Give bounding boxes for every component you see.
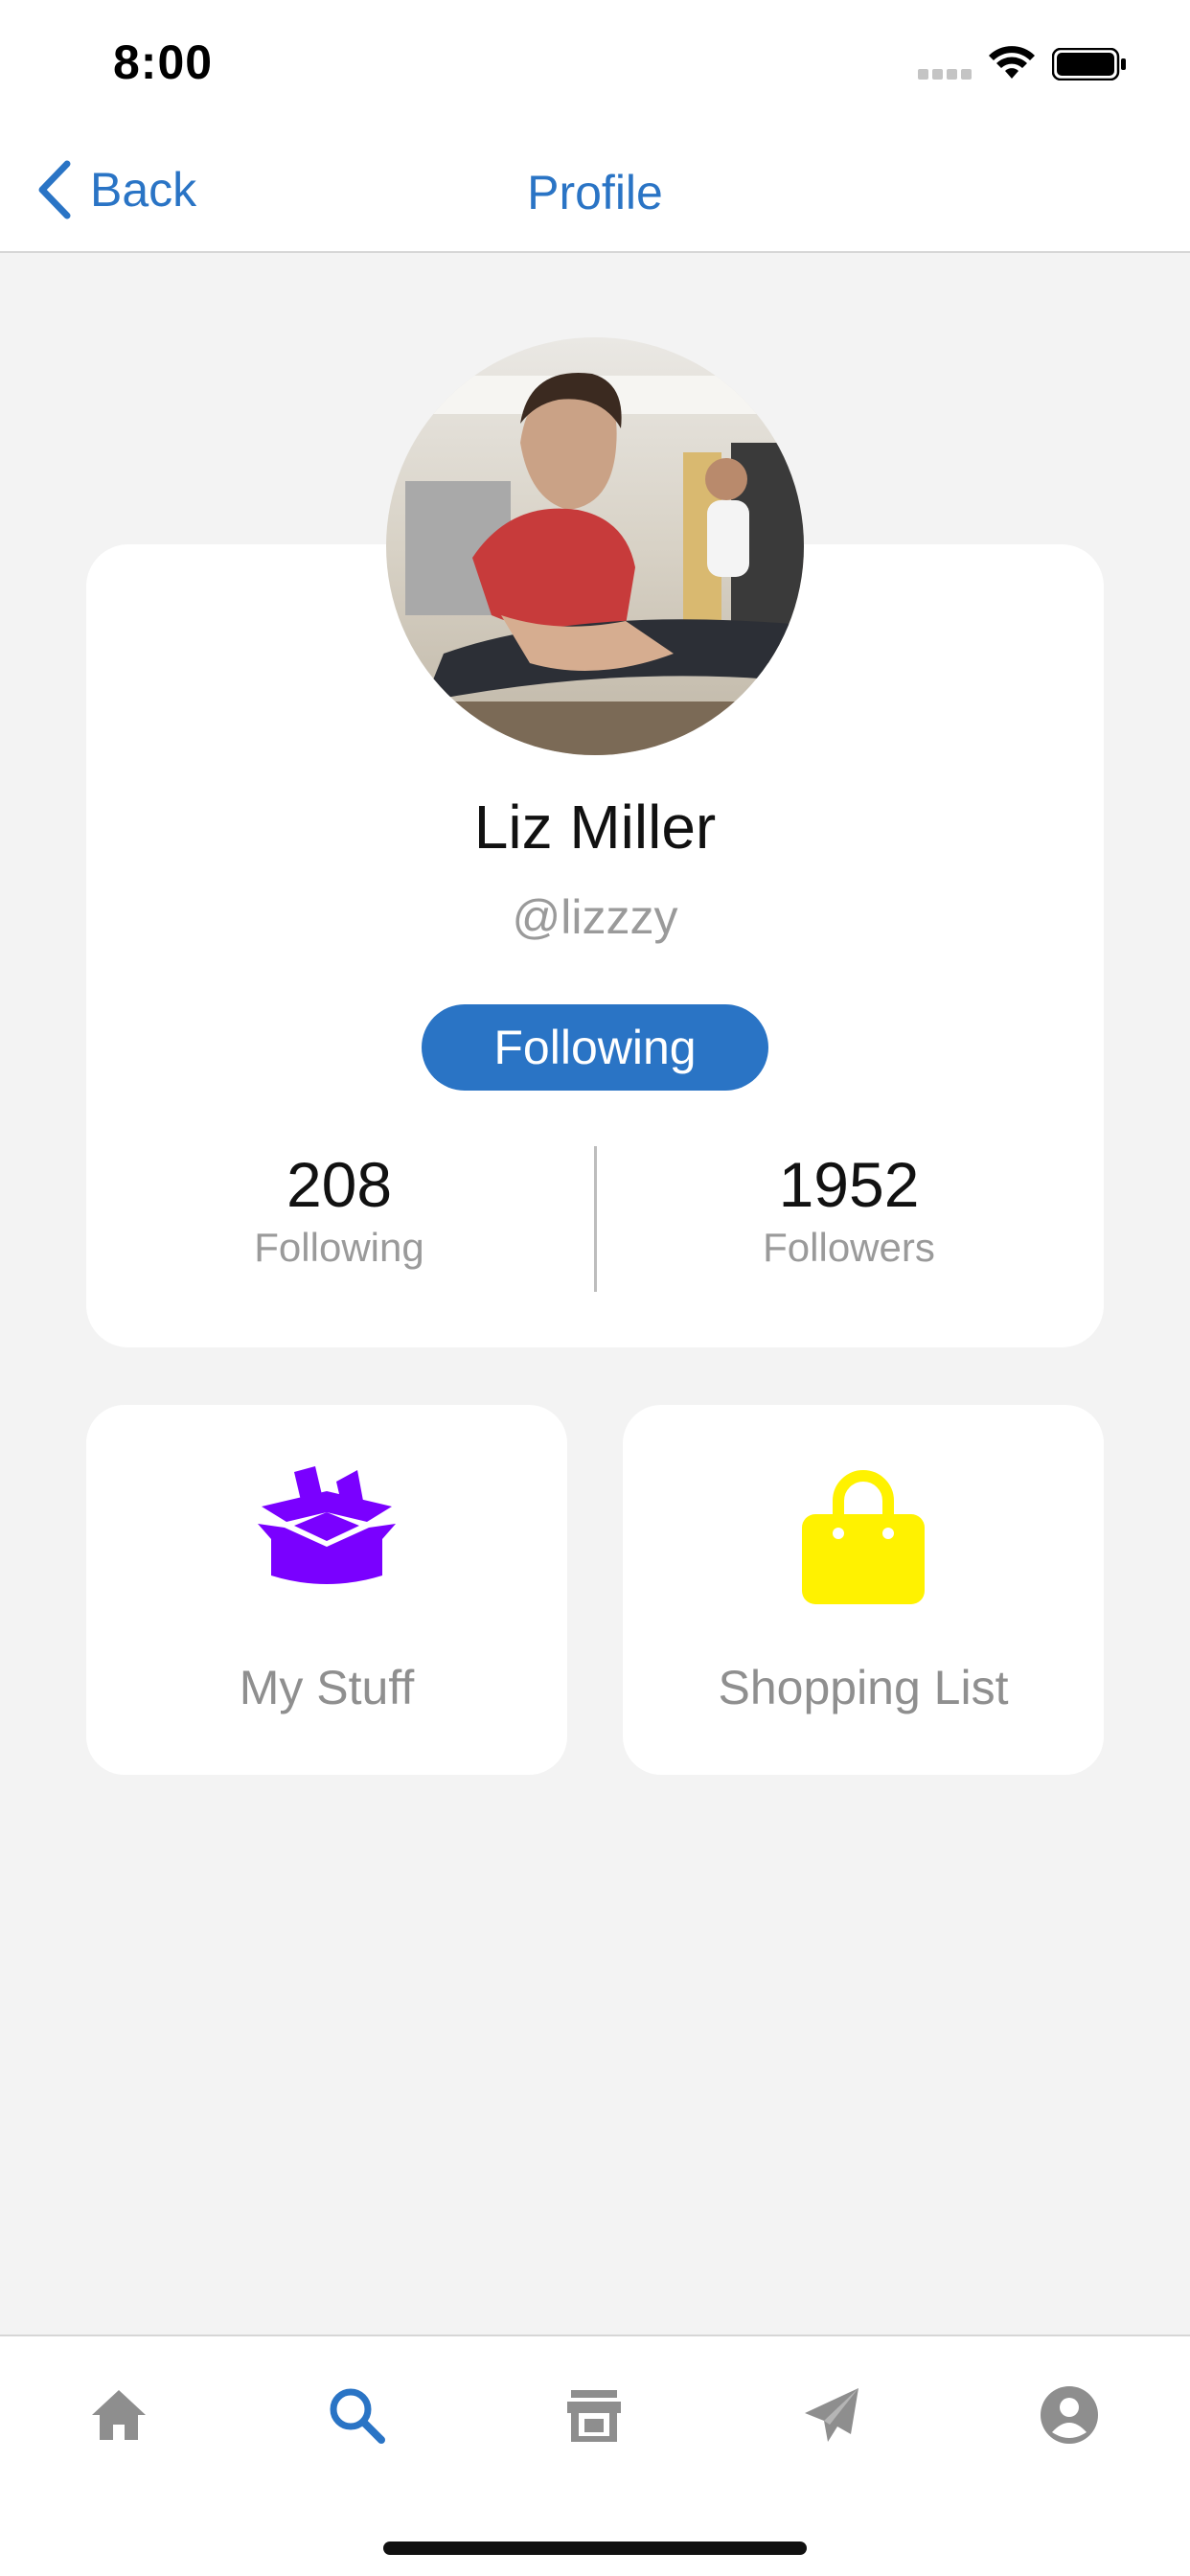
shopping-bag-icon <box>802 1470 925 1604</box>
tab-send[interactable] <box>793 2377 870 2453</box>
tab-bar <box>0 2334 1190 2576</box>
my-stuff-label: My Stuff <box>239 1661 415 1714</box>
tab-store[interactable] <box>556 2377 632 2453</box>
cellular-signal-icon <box>918 69 973 82</box>
send-icon <box>805 2388 858 2442</box>
following-label: Following <box>254 1225 424 1270</box>
followers-stat[interactable]: 1952 Followers <box>657 1148 1041 1271</box>
battery-icon <box>1052 48 1126 80</box>
profile-screen: 8:00 Back Profile Liz Miller @lizzzy Fol… <box>0 0 1190 2576</box>
following-button[interactable]: Following <box>422 1004 768 1091</box>
status-bar: 8:00 <box>0 0 1190 126</box>
following-stat[interactable]: 208 Following <box>148 1148 531 1271</box>
page-title: Profile <box>527 166 663 219</box>
shopping-list-label: Shopping List <box>718 1661 1009 1714</box>
shopping-list-tile[interactable]: Shopping List <box>623 1405 1104 1775</box>
profile-handle: @lizzzy <box>512 890 678 944</box>
tab-account[interactable] <box>1031 2377 1108 2453</box>
open-box-icon <box>258 1466 396 1584</box>
store-icon <box>567 2390 621 2442</box>
avatar <box>386 337 804 755</box>
followers-label: Followers <box>763 1225 935 1270</box>
home-indicator <box>383 2542 807 2555</box>
navigation-bar: Back Profile <box>0 126 1190 253</box>
account-icon <box>1041 2386 1098 2444</box>
tab-search[interactable] <box>318 2377 395 2453</box>
profile-name: Liz Miller <box>473 793 717 862</box>
followers-count: 1952 <box>778 1149 920 1220</box>
home-icon <box>92 2390 146 2440</box>
stats-divider <box>594 1146 597 1292</box>
following-count: 208 <box>286 1149 393 1220</box>
status-time: 8:00 <box>113 35 214 89</box>
tab-home[interactable] <box>80 2377 157 2453</box>
my-stuff-tile[interactable]: My Stuff <box>86 1405 567 1775</box>
wifi-icon <box>989 46 1035 79</box>
search-icon <box>330 2388 385 2444</box>
